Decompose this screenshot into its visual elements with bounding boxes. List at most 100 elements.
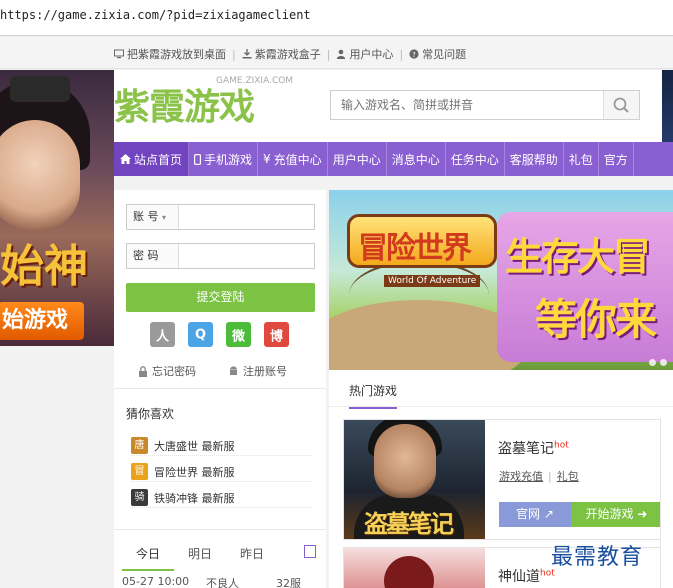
- guess-item[interactable]: 冒 冒险世界 最新服: [131, 462, 311, 482]
- schedule-server: 32服: [276, 577, 301, 588]
- search-button[interactable]: [603, 91, 639, 119]
- game-box-link[interactable]: 紫霞游戏盒子: [242, 46, 321, 62]
- tab-tomorrow[interactable]: 明日: [174, 545, 226, 569]
- account-label: 账 号: [133, 210, 159, 223]
- game-card: 盗墓笔记 盗墓笔记hot 游戏充值 | 礼包 官网 ↗ 开始游戏 ➜: [343, 419, 663, 540]
- external-link-icon: ↗: [543, 507, 554, 521]
- character-headpiece: [10, 76, 70, 102]
- poster-figure-face: [374, 424, 436, 498]
- calendar-icon[interactable]: [304, 545, 316, 558]
- game-poster[interactable]: 盗墓笔记: [344, 420, 485, 539]
- logo-domain: GAME.ZIXIA.COM: [216, 76, 294, 86]
- start-game-button[interactable]: 开始游戏 ➜: [571, 502, 662, 527]
- schedule-time: 05-27 10:00: [122, 575, 190, 588]
- nav-item-official[interactable]: 官方: [599, 142, 634, 176]
- nav-item-home[interactable]: 站点首页: [114, 142, 190, 176]
- register-link[interactable]: 注册账号: [228, 363, 287, 379]
- nav-item-recharge[interactable]: ¥ 充值中心: [258, 142, 328, 176]
- top-links: 把紫霞游戏放到桌面 | 紫霞游戏盒子 | 用户中心 | ? 常见问题: [114, 46, 466, 62]
- game-icon: 唐: [131, 437, 148, 454]
- game-box-label: 紫霞游戏盒子: [254, 48, 321, 61]
- page: https://game.zixia.com/?pid=zixiagamecli…: [0, 0, 673, 588]
- divider: [114, 529, 326, 530]
- login-panel: 账 号 ▾ 密 码 提交登陆 人 Q 微 博 忘记密码 注册账号 猜你喜欢 唐 …: [114, 190, 326, 588]
- lock-icon: [139, 365, 147, 377]
- carousel-dot[interactable]: [660, 359, 667, 366]
- carousel-dot[interactable]: [649, 359, 656, 366]
- official-site-label: 官网: [516, 507, 541, 521]
- game-name[interactable]: 神仙道hot: [498, 566, 555, 586]
- account-links: 忘记密码 注册账号: [138, 363, 287, 379]
- password-input[interactable]: [180, 244, 314, 268]
- nav-item-tasks[interactable]: 任务中心: [446, 142, 505, 176]
- nav-item-gifts[interactable]: 礼包: [564, 142, 599, 176]
- game-name[interactable]: 盗墓笔记hot: [498, 438, 569, 458]
- search-input[interactable]: [331, 91, 603, 119]
- faq-label: 常见问题: [422, 48, 467, 61]
- nav-item-support[interactable]: 客服帮助: [505, 142, 564, 176]
- server-schedule-row[interactable]: 05-27 10:00 不良人 32服: [122, 575, 322, 588]
- game-gift-link[interactable]: 礼包: [557, 470, 579, 483]
- game-name-text: 盗墓笔记: [498, 441, 554, 457]
- nav-item-mobile-games[interactable]: 手机游戏: [189, 142, 259, 176]
- banner-headline-2: 等你来: [535, 295, 657, 344]
- game-poster[interactable]: [344, 548, 485, 588]
- nav-item-label: 官方: [603, 152, 628, 167]
- site-logo[interactable]: 紫霞游戏 GAME.ZIXIA.COM: [114, 76, 293, 134]
- game-name-text: 神仙道: [498, 569, 540, 585]
- official-site-button[interactable]: 官网 ↗: [499, 502, 571, 527]
- nav-item-label: 站点首页: [134, 152, 183, 167]
- account-login-button[interactable]: 人: [150, 322, 175, 347]
- left-banner-start-button[interactable]: 始游戏: [0, 302, 84, 340]
- left-side-ad-banner[interactable]: 始神 始游戏: [0, 70, 114, 346]
- nav-item-user-center[interactable]: 用户中心: [328, 142, 387, 176]
- user-center-link[interactable]: 用户中心: [336, 46, 393, 62]
- hot-games-title[interactable]: 热门游戏: [349, 382, 398, 409]
- banner-rope-bridge: [349, 260, 489, 330]
- forgot-password-link[interactable]: 忘记密码: [138, 363, 196, 379]
- url-text[interactable]: https://game.zixia.com/?pid=zixiagamecli…: [0, 8, 311, 22]
- nav-item-label: 客服帮助: [509, 152, 558, 167]
- game-icon: 骑: [131, 489, 148, 506]
- banner-game-logo-en: World Of Adventure: [384, 275, 481, 287]
- login-submit-button[interactable]: 提交登陆: [126, 283, 315, 312]
- schedule-game: 不良人: [206, 577, 239, 588]
- arrow-circle-icon: ➜: [637, 507, 648, 521]
- main-carousel-banner[interactable]: 冒险世界 World Of Adventure 生存大冒 等你来: [329, 190, 673, 370]
- nav-item-label: 消息中心: [391, 152, 440, 167]
- account-selector[interactable]: 账 号 ▾: [127, 205, 179, 229]
- server-day-tabs: 今日 明日 昨日: [122, 545, 322, 571]
- left-banner-title: 始神: [0, 241, 88, 292]
- tab-yesterday[interactable]: 昨日: [226, 545, 278, 569]
- character-face: [0, 120, 80, 230]
- game-recharge-link[interactable]: 游戏充值: [499, 470, 543, 483]
- weibo-login-button[interactable]: 博: [264, 322, 289, 347]
- top-link-separator: |: [399, 47, 404, 61]
- add-to-desktop-link[interactable]: 把紫霞游戏放到桌面: [114, 46, 226, 62]
- game-card-links: 游戏充值 | 礼包: [499, 468, 579, 484]
- poster-title: 盗墓笔记: [364, 509, 454, 538]
- link-separator: |: [548, 470, 552, 483]
- social-login-row: 人 Q 微 博: [150, 322, 289, 347]
- qq-login-button[interactable]: Q: [188, 322, 213, 347]
- guess-item[interactable]: 唐 大唐盛世 最新服: [131, 436, 311, 456]
- wechat-login-button[interactable]: 微: [226, 322, 251, 347]
- qq-icon: Q: [194, 327, 207, 342]
- home-icon: [120, 154, 131, 164]
- monitor-icon: [114, 49, 124, 59]
- start-game-label: 开始游戏: [585, 507, 634, 521]
- browser-address-bar[interactable]: https://game.zixia.com/?pid=zixiagamecli…: [0, 0, 673, 36]
- nav-item-label: 充值中心: [273, 152, 322, 167]
- tab-today[interactable]: 今日: [122, 545, 174, 571]
- account-input[interactable]: [180, 205, 314, 229]
- nav-item-messages[interactable]: 消息中心: [387, 142, 446, 176]
- divider: [114, 388, 326, 389]
- guess-item[interactable]: 骑 铁骑冲锋 最新服: [131, 488, 311, 508]
- password-label: 密 码: [127, 244, 179, 268]
- header-right-thumbnail[interactable]: [662, 70, 673, 142]
- password-field: 密 码: [126, 243, 315, 269]
- faq-link[interactable]: ? 常见问题: [409, 46, 466, 62]
- banner-game-logo: 冒险世界 World Of Adventure: [347, 214, 497, 287]
- top-utility-bar: 把紫霞游戏放到桌面 | 紫霞游戏盒子 | 用户中心 | ? 常见问题: [0, 37, 673, 69]
- nav-item-label: 手机游戏: [204, 152, 253, 167]
